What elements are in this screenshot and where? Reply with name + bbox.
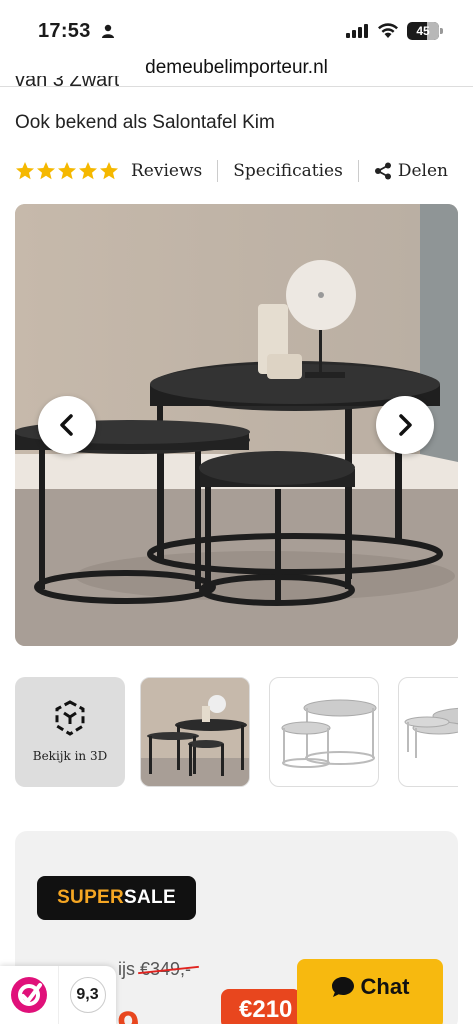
review-score: 9,3 — [58, 966, 116, 1024]
reviews-link[interactable]: Reviews — [131, 161, 202, 181]
divider — [217, 160, 219, 182]
chevron-left-icon — [60, 414, 73, 436]
wifi-icon — [378, 23, 398, 38]
old-price: ijs €349,- — [118, 959, 191, 980]
share-label: Delen — [397, 161, 448, 181]
thumbnail-render — [281, 699, 377, 768]
product-thumbnail[interactable] — [398, 677, 458, 787]
battery-level: 45 — [416, 24, 430, 38]
specs-link[interactable]: Specificaties — [233, 161, 343, 181]
product-thumbnail[interactable] — [140, 677, 250, 787]
badge-part-1: SUPER — [57, 887, 125, 908]
status-bar: 17:53 45 — [0, 0, 473, 54]
battery-icon: 45 — [407, 22, 439, 40]
badge-part-2: SALE — [124, 887, 176, 908]
person-icon — [102, 24, 114, 38]
review-logo-icon — [0, 966, 58, 1024]
star-icon — [58, 162, 76, 180]
chat-label: Chat — [360, 974, 410, 999]
cube-3d-icon — [55, 700, 85, 736]
review-widget[interactable]: 9,3 — [0, 966, 116, 1024]
product-subtitle: Ook bekend als Salontafel Kim — [15, 112, 275, 133]
view-3d-label: Bekijk in 3D — [32, 749, 108, 763]
old-price-value: €349,- — [140, 959, 192, 979]
divider — [357, 160, 359, 182]
thumbnail-strip: Bekijk in 3D — [15, 677, 458, 787]
next-image-button[interactable] — [376, 396, 434, 454]
chat-bubble-icon — [331, 977, 354, 997]
star-icon — [37, 162, 55, 180]
star-icon — [100, 162, 118, 180]
status-time: 17:53 — [38, 20, 91, 42]
review-score-value: 9,3 — [69, 977, 106, 1013]
star-icon — [79, 162, 97, 180]
rating-stars[interactable] — [15, 161, 119, 181]
star-icon — [16, 162, 34, 180]
thumbnail-photo — [141, 678, 249, 786]
chevron-right-icon — [399, 414, 412, 436]
share-button[interactable]: Delen — [374, 161, 448, 181]
previous-image-button[interactable] — [38, 396, 96, 454]
thumbnail-render — [404, 707, 458, 758]
chat-button[interactable]: Chat — [297, 959, 443, 1024]
share-icon — [374, 162, 391, 180]
view-3d-thumbnail[interactable]: Bekijk in 3D — [15, 677, 125, 787]
product-thumbnail[interactable] — [269, 677, 379, 787]
price-button[interactable]: €210 — [221, 989, 301, 1024]
product-meta-row: Reviews Specificaties Delen — [15, 156, 460, 186]
old-price-prefix: ijs — [118, 959, 135, 979]
signal-icon — [346, 24, 368, 38]
supersale-badge: SUPER SALE — [37, 876, 196, 920]
